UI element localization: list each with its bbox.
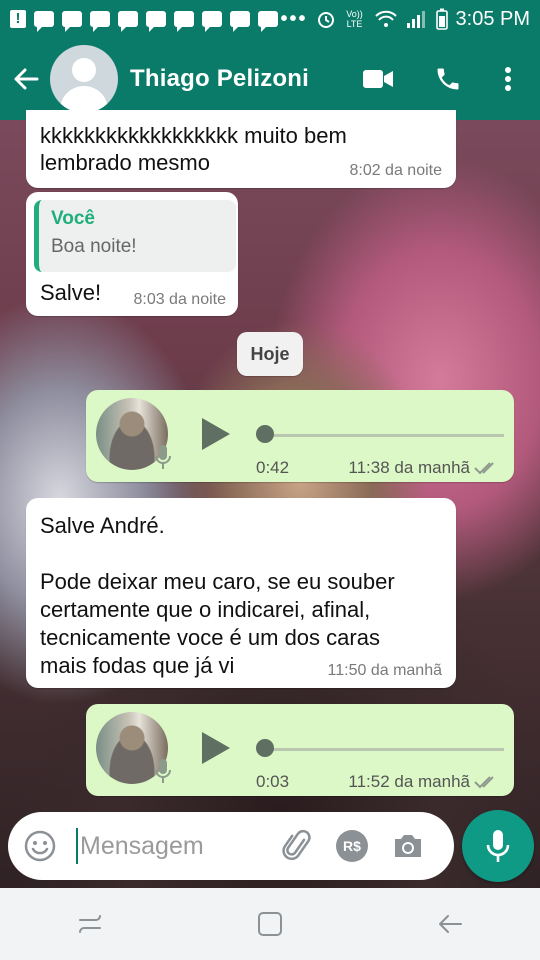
message-time: 8:02 da noite	[349, 162, 442, 179]
date-divider: Hoje	[237, 332, 303, 376]
back-arrow-icon	[14, 68, 39, 90]
avatar-placeholder-body	[60, 86, 108, 113]
clock: 3:05 PM	[455, 7, 530, 30]
recent-apps-button[interactable]	[60, 894, 120, 954]
notification-icons: !	[10, 10, 278, 32]
message-bubble-incoming[interactable]: kkkkkkkkkkkkkkkkkk muito bem lembrado me…	[26, 110, 456, 188]
emoji-button[interactable]	[22, 828, 58, 864]
overflow-notifications: •••	[280, 7, 308, 30]
voice-message-bubble-outgoing[interactable]: 0:03 11:52 da manhã	[86, 704, 514, 796]
message-notification-icon	[174, 11, 194, 32]
message-notification-icon	[34, 11, 54, 32]
play-icon[interactable]	[200, 730, 232, 766]
back-nav-icon	[439, 915, 462, 933]
voice-call-button[interactable]	[426, 57, 470, 101]
payment-button[interactable]: R$	[336, 830, 368, 862]
chat-header: Thiago Pelizoni	[0, 38, 540, 120]
message-line-blank	[40, 540, 395, 568]
message-line: Pode deixar meu caro, se eu souber	[40, 569, 395, 594]
alert-icon: !	[10, 10, 26, 28]
mic-icon	[155, 445, 171, 469]
message-bubble-incoming[interactable]: Salve André. Pode deixar meu caro, se eu…	[26, 498, 456, 688]
play-icon[interactable]	[200, 416, 232, 452]
double-check-icon	[474, 776, 494, 789]
message-bubble-incoming[interactable]: Você Boa noite! Salve! 8:03 da noite	[26, 192, 238, 316]
audio-progress-track[interactable]	[266, 748, 504, 751]
message-notification-icon	[230, 11, 250, 32]
message-line: kkkkkkkkkkkkkkkkkk muito bem	[40, 123, 347, 148]
voice-record-button[interactable]	[462, 810, 534, 882]
phone-call-icon	[437, 68, 459, 90]
message-meta: 11:38 da manhã	[348, 458, 500, 478]
double-check-icon	[474, 462, 494, 475]
voice-duration: 0:03	[256, 772, 290, 791]
voice-message-bubble-outgoing[interactable]: 0:42 11:38 da manhã	[86, 390, 514, 482]
message-line: lembrado mesmo	[40, 150, 210, 175]
quote-text: Boa noite!	[51, 236, 137, 257]
message-time: 11:52 da manhã	[348, 772, 470, 791]
audio-progress-track[interactable]	[266, 434, 504, 437]
camera-button[interactable]	[388, 826, 428, 866]
message-notification-icon	[118, 11, 138, 32]
status-bar: ! ••• Vo)) LTE 3:05 PM	[0, 0, 540, 38]
quote-author: Você	[51, 208, 96, 229]
message-line: certamente que o indicarei, afinal,	[40, 597, 371, 622]
camera-icon	[395, 835, 421, 857]
status-right: ••• Vo)) LTE 3:05 PM	[280, 7, 530, 31]
message-line: Salve André.	[40, 513, 165, 538]
attach-button[interactable]	[278, 826, 318, 866]
header-actions	[356, 57, 520, 101]
home-button[interactable]	[240, 894, 300, 954]
message-notification-icon	[146, 11, 166, 32]
message-meta: 11:52 da manhã	[348, 772, 500, 792]
text-cursor	[76, 828, 78, 864]
audio-seek-handle[interactable]	[256, 425, 274, 443]
message-time: 11:50 da manhã	[327, 662, 442, 679]
message-text: Salve!	[40, 280, 102, 305]
contact-name[interactable]: Thiago Pelizoni	[130, 65, 309, 93]
message-notification-icon	[62, 11, 82, 32]
avatar-placeholder-head	[72, 58, 96, 82]
video-call-button[interactable]	[356, 57, 400, 101]
recent-apps-icon	[79, 915, 101, 933]
message-input[interactable]	[80, 831, 270, 861]
voice-duration: 0:42	[256, 458, 290, 477]
paperclip-icon	[282, 829, 311, 860]
message-text: kkkkkkkkkkkkkkkkkk muito bem lembrado me…	[40, 122, 347, 176]
message-line: tecnicamente voce é um dos caras	[40, 625, 380, 650]
message-composer: R$	[8, 812, 454, 880]
system-navigation-bar	[0, 888, 540, 960]
message-text: Salve André. Pode deixar meu caro, se eu…	[40, 512, 395, 680]
emoji-icon	[24, 830, 56, 862]
audio-seek-handle[interactable]	[256, 739, 274, 757]
mic-icon	[155, 759, 171, 783]
more-vert-icon	[505, 67, 511, 91]
message-notification-icon	[202, 11, 222, 32]
more-options-button[interactable]	[496, 57, 520, 101]
message-notification-icon	[90, 11, 110, 32]
signal-icon	[406, 11, 425, 28]
alarm-icon	[317, 12, 334, 28]
home-icon	[258, 912, 282, 936]
back-nav-button[interactable]	[420, 894, 480, 954]
back-button[interactable]	[4, 57, 48, 101]
message-time: 8:03 da noite	[133, 291, 226, 308]
wifi-icon	[374, 10, 397, 27]
quoted-message[interactable]: Você Boa noite!	[34, 200, 236, 272]
battery-icon	[435, 8, 448, 30]
volte-label: Vo)) LTE	[346, 9, 363, 29]
message-time: 11:38 da manhã	[348, 458, 470, 477]
video-call-icon	[363, 70, 393, 88]
contact-avatar[interactable]	[50, 45, 118, 113]
message-notification-icon	[258, 11, 278, 32]
microphone-icon	[486, 830, 510, 862]
